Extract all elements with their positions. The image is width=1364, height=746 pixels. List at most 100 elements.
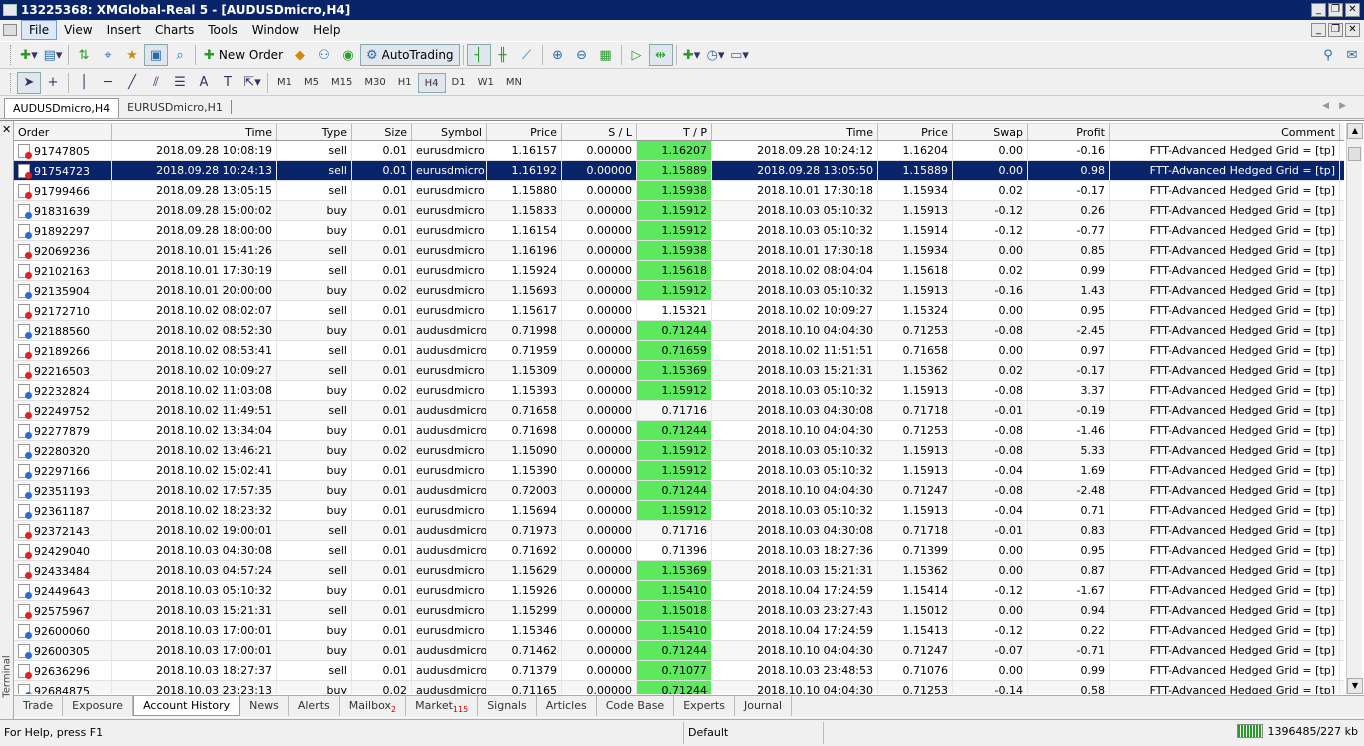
timeframe-mn[interactable]: MN	[500, 73, 528, 93]
market-watch-button[interactable]: ⇅	[72, 44, 96, 66]
menu-window[interactable]: Window	[245, 21, 306, 39]
terminal-tab-articles[interactable]: Articles	[537, 696, 597, 716]
strategy-tester-button[interactable]: ⌕	[168, 44, 192, 66]
close-button[interactable]: ✕	[1345, 3, 1360, 17]
menu-insert[interactable]: Insert	[100, 21, 148, 39]
timeframe-m1[interactable]: M1	[271, 73, 298, 93]
bar-chart-button[interactable]: ┤	[466, 44, 491, 66]
table-row[interactable]: 92102163 2018.10.01 17:30:19 sell 0.01 eurus…	[14, 261, 1344, 281]
chart-tab-audusdmicro-h4[interactable]: AUDUSDmicro,H4	[4, 98, 120, 118]
search-button[interactable]: ⚲	[1316, 44, 1340, 66]
navigator-button[interactable]: ★	[120, 44, 144, 66]
zoom-in-button[interactable]: ⊕	[546, 44, 570, 66]
terminal-tab-signals[interactable]: Signals	[478, 696, 537, 716]
terminal-tab-journal[interactable]: Journal	[735, 696, 793, 716]
table-row[interactable]: 92069236 2018.10.01 15:41:26 sell 0.01 eurus…	[14, 241, 1344, 261]
table-row[interactable]: 92433484 2018.10.03 04:57:24 sell 0.01 eurus…	[14, 561, 1344, 581]
line-chart-button[interactable]: ⟋	[515, 44, 539, 66]
horizontal-line-button[interactable]: ─	[96, 72, 120, 94]
auto-scroll-button[interactable]: ▷	[625, 44, 649, 66]
terminal-tab-account-history[interactable]: Account History	[133, 696, 241, 716]
column-header-close-price[interactable]: Price	[878, 123, 953, 140]
chat-button[interactable]: ✉	[1340, 44, 1364, 66]
column-header-open-price[interactable]: Price	[487, 123, 562, 140]
column-header-tp[interactable]: T / P	[637, 123, 712, 140]
templates-button[interactable]: ▭ ▾	[728, 44, 752, 66]
table-row[interactable]: 92232824 2018.10.02 11:03:08 buy 0.02 eurusd…	[14, 381, 1344, 401]
signals-button[interactable]: ⚇	[312, 44, 336, 66]
crosshair-button[interactable]: +	[41, 72, 65, 94]
column-header-open-time[interactable]: Time	[112, 123, 277, 140]
column-header-comment[interactable]: Comment	[1110, 123, 1340, 140]
new-order-button[interactable]: ✚ New Order	[199, 44, 288, 66]
table-row[interactable]: 92351193 2018.10.02 17:57:35 buy 0.01 audusd…	[14, 481, 1344, 501]
menu-charts[interactable]: Charts	[148, 21, 201, 39]
chart-shift-button[interactable]: ⇹	[648, 44, 673, 66]
terminal-tab-trade[interactable]: Trade	[14, 696, 64, 716]
table-row[interactable]: 92684875 2018.10.03 23:23:13 buy 0.02 audusd…	[14, 681, 1344, 694]
scroll-thumb[interactable]	[1348, 147, 1361, 161]
column-header-symbol[interactable]: Symbol	[412, 123, 487, 140]
table-row[interactable]: 92636296 2018.10.03 18:27:37 sell 0.01 audus…	[14, 661, 1344, 681]
table-row[interactable]: 92361187 2018.10.02 18:23:32 buy 0.01 eurusd…	[14, 501, 1344, 521]
data-window-button[interactable]: ⌖	[96, 44, 120, 66]
arrows-button[interactable]: ⇱ ▾	[240, 72, 264, 94]
table-row[interactable]: 92249752 2018.10.02 11:49:51 sell 0.01 audus…	[14, 401, 1344, 421]
vps-button[interactable]: ◉	[336, 44, 360, 66]
chart-minimize-button[interactable]: _	[1311, 23, 1326, 37]
terminal-tab-mailbox[interactable]: Mailbox2	[340, 696, 407, 716]
table-row[interactable]: 92372143 2018.10.02 19:00:01 sell 0.01 audus…	[14, 521, 1344, 541]
column-header-type[interactable]: Type	[277, 123, 352, 140]
column-header-close-time[interactable]: Time	[712, 123, 878, 140]
timeframe-m30[interactable]: M30	[358, 73, 391, 93]
table-row[interactable]: 92188560 2018.10.02 08:52:30 buy 0.01 audusd…	[14, 321, 1344, 341]
table-row[interactable]: 92575967 2018.10.03 15:21:31 sell 0.01 eurus…	[14, 601, 1344, 621]
column-header-profit[interactable]: Profit	[1028, 123, 1110, 140]
table-row[interactable]: 92172710 2018.10.02 08:02:07 sell 0.01 eurus…	[14, 301, 1344, 321]
menu-tools[interactable]: Tools	[201, 21, 245, 39]
timeframe-m15[interactable]: M15	[325, 73, 358, 93]
vertical-line-button[interactable]: │	[72, 72, 96, 94]
table-row[interactable]: 92280320 2018.10.02 13:46:21 buy 0.02 eurusd…	[14, 441, 1344, 461]
column-header-swap[interactable]: Swap	[953, 123, 1028, 140]
menu-file[interactable]: File	[21, 20, 58, 40]
table-row[interactable]: 91799466 2018.09.28 13:05:15 sell 0.01 eurus…	[14, 181, 1344, 201]
text-button[interactable]: A	[192, 72, 216, 94]
restore-button[interactable]: ❐	[1328, 3, 1343, 17]
text-label-button[interactable]: T	[216, 72, 240, 94]
table-row[interactable]: 92600305 2018.10.03 17:00:01 buy 0.01 audusd…	[14, 641, 1344, 661]
terminal-tab-code-base[interactable]: Code Base	[597, 696, 675, 716]
equidistant-channel-button[interactable]: ⫽	[144, 72, 168, 94]
zoom-out-button[interactable]: ⊖	[570, 44, 594, 66]
table-row[interactable]: 92216503 2018.10.02 10:09:27 sell 0.01 eurus…	[14, 361, 1344, 381]
menu-view[interactable]: View	[57, 21, 99, 39]
timeframe-m5[interactable]: M5	[298, 73, 325, 93]
timeframe-d1[interactable]: D1	[446, 73, 472, 93]
table-row[interactable]: 92189266 2018.10.02 08:53:41 sell 0.01 audus…	[14, 341, 1344, 361]
terminal-tab-alerts[interactable]: Alerts	[289, 696, 340, 716]
column-header-order[interactable]: Order	[14, 123, 112, 140]
table-row[interactable]: 91892297 2018.09.28 18:00:00 buy 0.01 eurusd…	[14, 221, 1344, 241]
trendline-button[interactable]: ╱	[120, 72, 144, 94]
table-row[interactable]: 91754723 2018.09.28 10:24:13 sell 0.01 eurus…	[14, 161, 1344, 181]
table-row[interactable]: 92449643 2018.10.03 05:10:32 buy 0.01 eurusd…	[14, 581, 1344, 601]
chart-close-button[interactable]: ✕	[1345, 23, 1360, 37]
chart-restore-button[interactable]: ❐	[1328, 23, 1343, 37]
menu-help[interactable]: Help	[306, 21, 347, 39]
chart-tab-eurusdmicro-h1[interactable]: EURUSDmicro,H1	[119, 98, 231, 118]
fibonacci-button[interactable]: ☰	[168, 72, 192, 94]
table-row[interactable]: 91747805 2018.09.28 10:08:19 sell 0.01 eurus…	[14, 141, 1344, 161]
metaeditor-button[interactable]: ◆	[288, 44, 312, 66]
table-row[interactable]: 92277879 2018.10.02 13:34:04 buy 0.01 audusd…	[14, 421, 1344, 441]
cursor-button[interactable]: ➤	[17, 71, 41, 94]
column-header-sl[interactable]: S / L	[562, 123, 637, 140]
timeframe-w1[interactable]: W1	[472, 73, 500, 93]
connection-status[interactable]: 1396485/227 kb	[1237, 724, 1358, 738]
terminal-tab-exposure[interactable]: Exposure	[63, 696, 134, 716]
table-row[interactable]: 92135904 2018.10.01 20:00:00 buy 0.02 eurusd…	[14, 281, 1344, 301]
terminal-tab-market[interactable]: Market115	[406, 696, 479, 716]
minimize-button[interactable]: _	[1311, 3, 1326, 17]
column-header-size[interactable]: Size	[352, 123, 412, 140]
timeframe-h1[interactable]: H1	[392, 73, 418, 93]
vertical-scrollbar[interactable]: ▲ ▼	[1346, 123, 1363, 694]
